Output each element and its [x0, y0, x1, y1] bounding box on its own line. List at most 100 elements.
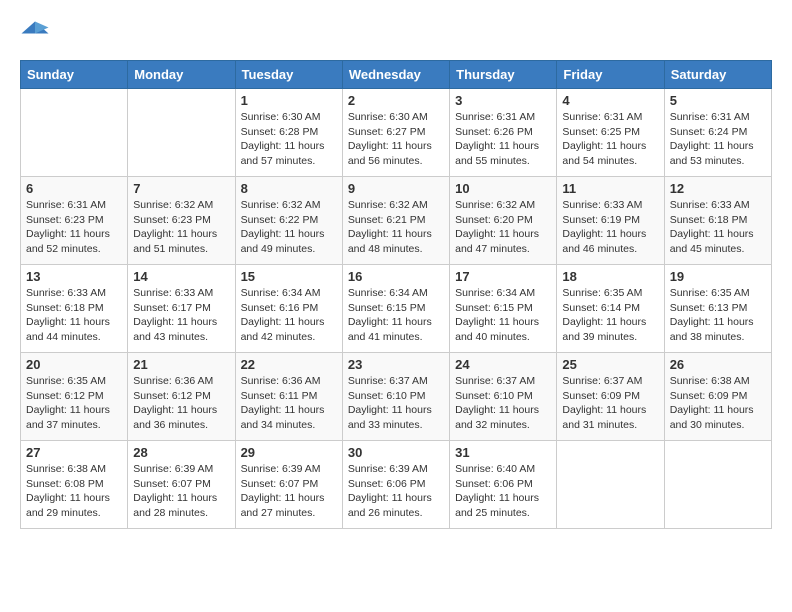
calendar-week-row: 27 Sunrise: 6:38 AM Sunset: 6:08 PM Dayli…: [21, 441, 772, 529]
day-info: Sunrise: 6:33 AM Sunset: 6:18 PM Dayligh…: [26, 286, 122, 345]
day-info: Sunrise: 6:36 AM Sunset: 6:12 PM Dayligh…: [133, 374, 229, 433]
day-number: 25: [562, 357, 658, 372]
day-info: Sunrise: 6:34 AM Sunset: 6:16 PM Dayligh…: [241, 286, 337, 345]
day-info: Sunrise: 6:34 AM Sunset: 6:15 PM Dayligh…: [348, 286, 444, 345]
day-info: Sunrise: 6:36 AM Sunset: 6:11 PM Dayligh…: [241, 374, 337, 433]
day-number: 30: [348, 445, 444, 460]
weekday-header: Thursday: [450, 61, 557, 89]
day-info: Sunrise: 6:37 AM Sunset: 6:10 PM Dayligh…: [455, 374, 551, 433]
day-info: Sunrise: 6:39 AM Sunset: 6:07 PM Dayligh…: [241, 462, 337, 521]
calendar-week-row: 1Sunrise: 6:30 AM Sunset: 6:28 PM Daylig…: [21, 89, 772, 177]
calendar-cell: 7 Sunrise: 6:32 AM Sunset: 6:23 PM Daylig…: [128, 177, 235, 265]
calendar-cell: 26Sunrise: 6:38 AM Sunset: 6:09 PM Dayli…: [664, 353, 771, 441]
day-number: 20: [26, 357, 122, 372]
calendar-cell: [21, 89, 128, 177]
day-number: 14: [133, 269, 229, 284]
calendar-cell: 18 Sunrise: 6:35 AM Sunset: 6:14 PM Dayli…: [557, 265, 664, 353]
day-number: 22: [241, 357, 337, 372]
calendar-cell: 16 Sunrise: 6:34 AM Sunset: 6:15 PM Dayli…: [342, 265, 449, 353]
calendar-week-row: 13 Sunrise: 6:33 AM Sunset: 6:18 PM Dayli…: [21, 265, 772, 353]
calendar-cell: 23 Sunrise: 6:37 AM Sunset: 6:10 PM Dayli…: [342, 353, 449, 441]
day-number: 18: [562, 269, 658, 284]
day-info: Sunrise: 6:38 AM Sunset: 6:08 PM Dayligh…: [26, 462, 122, 521]
day-info: Sunrise: 6:31 AM Sunset: 6:23 PM Dayligh…: [26, 198, 122, 257]
calendar-week-row: 20 Sunrise: 6:35 AM Sunset: 6:12 PM Dayli…: [21, 353, 772, 441]
day-number: 10: [455, 181, 551, 196]
day-number: 27: [26, 445, 122, 460]
day-number: 9: [348, 181, 444, 196]
day-info: Sunrise: 6:30 AM Sunset: 6:28 PM Dayligh…: [241, 110, 337, 169]
day-info: Sunrise: 6:32 AM Sunset: 6:21 PM Dayligh…: [348, 198, 444, 257]
day-number: 21: [133, 357, 229, 372]
day-info: Sunrise: 6:35 AM Sunset: 6:12 PM Dayligh…: [26, 374, 122, 433]
calendar-cell: 31 Sunrise: 6:40 AM Sunset: 6:06 PM Dayli…: [450, 441, 557, 529]
day-info: Sunrise: 6:31 AM Sunset: 6:25 PM Dayligh…: [562, 110, 658, 169]
day-number: 31: [455, 445, 551, 460]
calendar-cell: 1Sunrise: 6:30 AM Sunset: 6:28 PM Daylig…: [235, 89, 342, 177]
calendar-cell: 22 Sunrise: 6:36 AM Sunset: 6:11 PM Dayli…: [235, 353, 342, 441]
day-info: Sunrise: 6:33 AM Sunset: 6:18 PM Dayligh…: [670, 198, 766, 257]
day-info: Sunrise: 6:37 AM Sunset: 6:09 PM Dayligh…: [562, 374, 658, 433]
day-number: 3: [455, 93, 551, 108]
day-info: Sunrise: 6:35 AM Sunset: 6:13 PM Dayligh…: [670, 286, 766, 345]
day-info: Sunrise: 6:39 AM Sunset: 6:06 PM Dayligh…: [348, 462, 444, 521]
weekday-header: Wednesday: [342, 61, 449, 89]
calendar-cell: [128, 89, 235, 177]
day-info: Sunrise: 6:33 AM Sunset: 6:19 PM Dayligh…: [562, 198, 658, 257]
calendar-cell: 21 Sunrise: 6:36 AM Sunset: 6:12 PM Dayli…: [128, 353, 235, 441]
day-info: Sunrise: 6:33 AM Sunset: 6:17 PM Dayligh…: [133, 286, 229, 345]
calendar-cell: 3 Sunrise: 6:31 AM Sunset: 6:26 PM Daylig…: [450, 89, 557, 177]
weekday-header: Tuesday: [235, 61, 342, 89]
day-info: Sunrise: 6:32 AM Sunset: 6:22 PM Dayligh…: [241, 198, 337, 257]
calendar-cell: 17 Sunrise: 6:34 AM Sunset: 6:15 PM Dayli…: [450, 265, 557, 353]
day-info: Sunrise: 6:38 AM Sunset: 6:09 PM Dayligh…: [670, 374, 766, 433]
calendar-cell: 9 Sunrise: 6:32 AM Sunset: 6:21 PM Daylig…: [342, 177, 449, 265]
calendar-cell: 27 Sunrise: 6:38 AM Sunset: 6:08 PM Dayli…: [21, 441, 128, 529]
calendar-cell: 10 Sunrise: 6:32 AM Sunset: 6:20 PM Dayli…: [450, 177, 557, 265]
calendar-cell: 12 Sunrise: 6:33 AM Sunset: 6:18 PM Dayli…: [664, 177, 771, 265]
calendar-header-row: SundayMondayTuesdayWednesdayThursdayFrid…: [21, 61, 772, 89]
day-number: 23: [348, 357, 444, 372]
day-info: Sunrise: 6:37 AM Sunset: 6:10 PM Dayligh…: [348, 374, 444, 433]
calendar-cell: 19 Sunrise: 6:35 AM Sunset: 6:13 PM Dayli…: [664, 265, 771, 353]
weekday-header: Friday: [557, 61, 664, 89]
calendar-cell: 2Sunrise: 6:30 AM Sunset: 6:27 PM Daylig…: [342, 89, 449, 177]
calendar-cell: 5 Sunrise: 6:31 AM Sunset: 6:24 PM Daylig…: [664, 89, 771, 177]
day-number: 5: [670, 93, 766, 108]
day-number: 6: [26, 181, 122, 196]
day-number: 4: [562, 93, 658, 108]
day-number: 16: [348, 269, 444, 284]
day-info: Sunrise: 6:39 AM Sunset: 6:07 PM Dayligh…: [133, 462, 229, 521]
day-number: 13: [26, 269, 122, 284]
calendar-cell: [664, 441, 771, 529]
calendar-cell: 25 Sunrise: 6:37 AM Sunset: 6:09 PM Dayli…: [557, 353, 664, 441]
calendar-cell: 29Sunrise: 6:39 AM Sunset: 6:07 PM Dayli…: [235, 441, 342, 529]
day-number: 12: [670, 181, 766, 196]
day-number: 19: [670, 269, 766, 284]
day-number: 28: [133, 445, 229, 460]
day-info: Sunrise: 6:34 AM Sunset: 6:15 PM Dayligh…: [455, 286, 551, 345]
day-number: 24: [455, 357, 551, 372]
day-number: 11: [562, 181, 658, 196]
day-info: Sunrise: 6:32 AM Sunset: 6:20 PM Dayligh…: [455, 198, 551, 257]
day-number: 2: [348, 93, 444, 108]
calendar-week-row: 6 Sunrise: 6:31 AM Sunset: 6:23 PM Daylig…: [21, 177, 772, 265]
weekday-header: Monday: [128, 61, 235, 89]
day-number: 7: [133, 181, 229, 196]
calendar-cell: 4 Sunrise: 6:31 AM Sunset: 6:25 PM Daylig…: [557, 89, 664, 177]
weekday-header: Saturday: [664, 61, 771, 89]
day-number: 17: [455, 269, 551, 284]
calendar-cell: 28 Sunrise: 6:39 AM Sunset: 6:07 PM Dayli…: [128, 441, 235, 529]
calendar-cell: 30 Sunrise: 6:39 AM Sunset: 6:06 PM Dayli…: [342, 441, 449, 529]
day-info: Sunrise: 6:32 AM Sunset: 6:23 PM Dayligh…: [133, 198, 229, 257]
calendar-cell: 11 Sunrise: 6:33 AM Sunset: 6:19 PM Dayli…: [557, 177, 664, 265]
day-number: 8: [241, 181, 337, 196]
day-info: Sunrise: 6:40 AM Sunset: 6:06 PM Dayligh…: [455, 462, 551, 521]
day-info: Sunrise: 6:35 AM Sunset: 6:14 PM Dayligh…: [562, 286, 658, 345]
calendar-cell: 14 Sunrise: 6:33 AM Sunset: 6:17 PM Dayli…: [128, 265, 235, 353]
calendar-cell: 8 Sunrise: 6:32 AM Sunset: 6:22 PM Daylig…: [235, 177, 342, 265]
calendar-cell: 6 Sunrise: 6:31 AM Sunset: 6:23 PM Daylig…: [21, 177, 128, 265]
calendar-table: SundayMondayTuesdayWednesdayThursdayFrid…: [20, 60, 772, 529]
day-info: Sunrise: 6:31 AM Sunset: 6:26 PM Dayligh…: [455, 110, 551, 169]
day-info: Sunrise: 6:31 AM Sunset: 6:24 PM Dayligh…: [670, 110, 766, 169]
